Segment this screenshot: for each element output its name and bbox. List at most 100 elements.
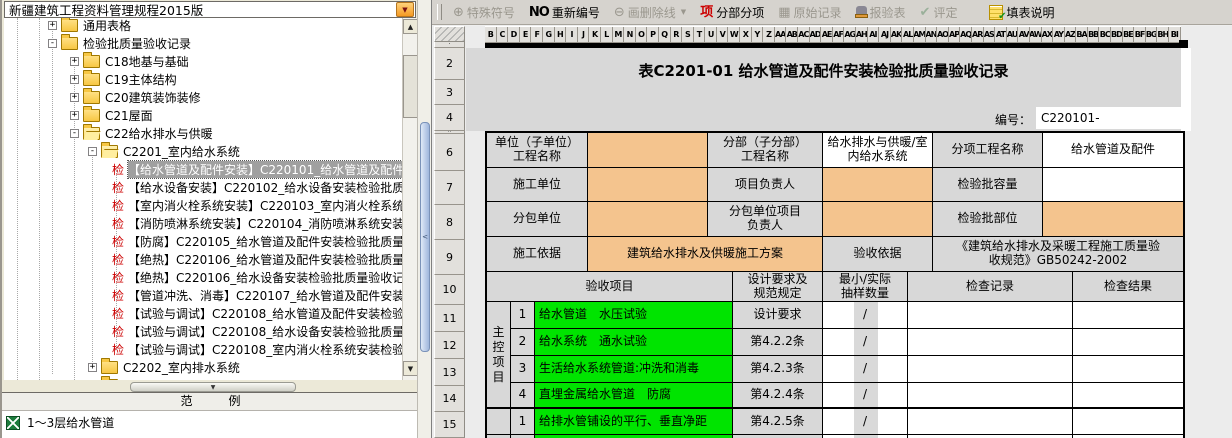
column-header[interactable]: AH bbox=[856, 27, 868, 43]
column-header[interactable]: AJ bbox=[879, 27, 891, 43]
example-list-item[interactable]: 1～3层给水管道 bbox=[2, 411, 419, 434]
original-record-button[interactable]: ▦ 原始记录 bbox=[771, 2, 848, 23]
cell-group[interactable] bbox=[487, 409, 511, 435]
cell-acceptance-items-header[interactable]: 验收项目 bbox=[487, 272, 733, 302]
main-control-group-cell[interactable]: 主控项目 bbox=[487, 302, 511, 407]
column-header[interactable]: AG bbox=[844, 27, 856, 43]
column-header[interactable]: BG bbox=[1146, 27, 1158, 43]
column-header[interactable]: E bbox=[520, 27, 532, 43]
column-header[interactable]: AF bbox=[833, 27, 845, 43]
tree-item-leaf[interactable]: 检 【管道冲洗、消毒】C220107_给水管道及配件安装 bbox=[4, 286, 402, 304]
scroll-down-button[interactable]: ▼ bbox=[403, 361, 418, 376]
tree-item-folder[interactable]: - C2201_室内给水系统 bbox=[4, 142, 402, 160]
column-header[interactable]: AC bbox=[798, 27, 810, 43]
tree-item-leaf[interactable]: 检 【绝热】C220106_给水设备安装检验批质量验收记 bbox=[4, 268, 402, 286]
assess-button[interactable]: ✔ 评定 bbox=[913, 2, 965, 23]
cell-item-record[interactable] bbox=[908, 329, 1073, 356]
cell-constructor-value[interactable] bbox=[588, 168, 708, 202]
cell-check-record-header[interactable]: 检查记录 bbox=[908, 272, 1073, 302]
column-header[interactable]: J bbox=[578, 27, 590, 43]
column-header[interactable]: BF bbox=[1134, 27, 1146, 43]
tree-scrollbar[interactable]: ▲ ▼ bbox=[402, 18, 418, 380]
column-header[interactable]: D bbox=[508, 27, 520, 43]
cell-item-sample[interactable]: / bbox=[823, 356, 908, 383]
row-header[interactable]: 8 bbox=[434, 205, 465, 240]
column-header[interactable]: AO bbox=[937, 27, 949, 43]
row-header[interactable]: 7 bbox=[434, 171, 465, 205]
row-header[interactable]: 11 bbox=[434, 305, 465, 332]
expander-icon[interactable]: + bbox=[88, 363, 97, 372]
column-header[interactable]: AD bbox=[810, 27, 822, 43]
cell-item-req[interactable]: 第4.2.4条 bbox=[733, 383, 823, 409]
column-header[interactable]: U bbox=[705, 27, 717, 43]
cell-item-req[interactable]: 第4.2.5条 bbox=[733, 409, 823, 435]
expander-icon[interactable]: + bbox=[70, 93, 79, 102]
cell-item-sample[interactable]: / bbox=[823, 302, 908, 329]
row-header[interactable]: 3 bbox=[434, 80, 465, 105]
column-header[interactable]: AT bbox=[995, 27, 1007, 43]
cell-item-result[interactable] bbox=[1073, 383, 1183, 409]
cell-item-req[interactable]: 第4.2.3条 bbox=[733, 356, 823, 383]
cell-batch-location-label[interactable]: 检验批部位 bbox=[933, 202, 1043, 237]
splitter-collapse-handle[interactable]: ▼ bbox=[130, 382, 296, 392]
cell-item-num[interactable]: 2 bbox=[511, 329, 535, 356]
tree-item-folder[interactable]: + C19主体结构 bbox=[4, 70, 402, 88]
tree-item-folder[interactable]: + C20建筑装饰装修 bbox=[4, 88, 402, 106]
cell-item-result[interactable] bbox=[1073, 409, 1183, 435]
cell-subdivision-label[interactable]: 分部（子分部） 工程名称 bbox=[708, 133, 823, 168]
cell-item-name[interactable]: 直埋金属给水管道 防腐 bbox=[535, 383, 733, 409]
tree-item-leaf[interactable]: 检 【室内消火栓系统安装】C220103_室内消火栓系统 bbox=[4, 196, 402, 214]
tree-item-folder[interactable]: - 检验批质量验收记录 bbox=[4, 34, 402, 52]
scroll-up-button[interactable]: ▲ bbox=[403, 19, 418, 34]
subitem-button[interactable]: 项 分部分项 bbox=[693, 2, 771, 23]
inspection-report-button[interactable]: 报验表 bbox=[849, 2, 913, 23]
tree-item-folder[interactable]: - C22给水排水与供暖 bbox=[4, 124, 402, 142]
column-header[interactable]: AR bbox=[972, 27, 984, 43]
cell-unit-project-value[interactable] bbox=[588, 133, 708, 168]
column-header[interactable]: O bbox=[636, 27, 648, 43]
column-header[interactable]: AQ bbox=[960, 27, 972, 43]
column-header[interactable]: AA bbox=[775, 27, 787, 43]
cell-item-num[interactable]: 4 bbox=[511, 383, 535, 409]
cell-sub-manager-value[interactable] bbox=[823, 202, 933, 237]
column-header[interactable]: BC bbox=[1099, 27, 1111, 43]
cell-construction-basis-value[interactable]: 建筑给水排水及供暖施工方案 bbox=[588, 237, 823, 272]
tree-item-leaf[interactable]: 检 【试验与调试】C220108_给水设备安装检验批质量 bbox=[4, 322, 402, 340]
column-header[interactable]: C bbox=[497, 27, 509, 43]
cell-sub-manager-label[interactable]: 分包单位项目 负责人 bbox=[708, 202, 823, 237]
cell-unit-project-label[interactable]: 单位（子单位） 工程名称 bbox=[487, 133, 588, 168]
cell-item-name[interactable]: 生活给水系统管道:冲洗和消毒 bbox=[535, 356, 733, 383]
column-header[interactable]: L bbox=[601, 27, 613, 43]
cell-item-record[interactable] bbox=[908, 409, 1073, 435]
column-header[interactable]: AX bbox=[1042, 27, 1054, 43]
tree-item-leaf[interactable]: 检 【试验与调试】C220108_室内消火栓系统安装检验 bbox=[4, 340, 402, 358]
column-header[interactable]: T bbox=[694, 27, 706, 43]
fill-instructions-button[interactable]: ✔ 填表说明 bbox=[982, 2, 1061, 23]
cell-item-sample[interactable]: / bbox=[823, 383, 908, 409]
scrollbar-thumb[interactable] bbox=[403, 55, 418, 118]
tree-item-folder[interactable]: + 通用表格 bbox=[4, 18, 402, 34]
tree-item-leaf[interactable]: 检 【绝热】C220106_给水管道及配件安装检验批质量 bbox=[4, 250, 402, 268]
toolbar-grip[interactable] bbox=[437, 4, 442, 20]
tree-item-leaf[interactable]: 检 【给水设备安装】C220102_给水设备安装检验批质 bbox=[4, 178, 402, 196]
expander-icon[interactable]: + bbox=[48, 21, 57, 30]
cell-item-record[interactable] bbox=[908, 302, 1073, 329]
cell-item-name[interactable]: 给排水管铺设的平行、垂直净距 bbox=[535, 409, 733, 435]
tree-item-leaf[interactable]: 检 【防腐】C220105_给水管道及配件安装检验批质量 bbox=[4, 232, 402, 250]
row-header[interactable]: 6 bbox=[434, 134, 465, 171]
cell-acceptance-basis-label[interactable]: 验收依据 bbox=[823, 237, 933, 272]
column-header[interactable]: BE bbox=[1123, 27, 1135, 43]
column-header[interactable]: X bbox=[740, 27, 752, 43]
column-header[interactable]: AB bbox=[786, 27, 798, 43]
column-header[interactable]: AZ bbox=[1065, 27, 1077, 43]
strikethrough-button[interactable]: ⊖ 画删除线 ▼ bbox=[607, 2, 693, 23]
column-header[interactable]: G bbox=[543, 27, 555, 43]
column-header[interactable]: AK bbox=[891, 27, 903, 43]
column-header[interactable]: BD bbox=[1111, 27, 1123, 43]
column-header[interactable]: M bbox=[613, 27, 625, 43]
splitter-collapse-handle[interactable]: < bbox=[420, 122, 430, 352]
column-header[interactable]: V bbox=[717, 27, 729, 43]
tree-item-leaf[interactable]: 检 【试验与调试】C220108_给水管道及配件安装检验 bbox=[4, 304, 402, 322]
column-header[interactable]: N bbox=[624, 27, 636, 43]
tree-item-folder[interactable]: + C2202_室内排水系统 bbox=[4, 358, 402, 376]
